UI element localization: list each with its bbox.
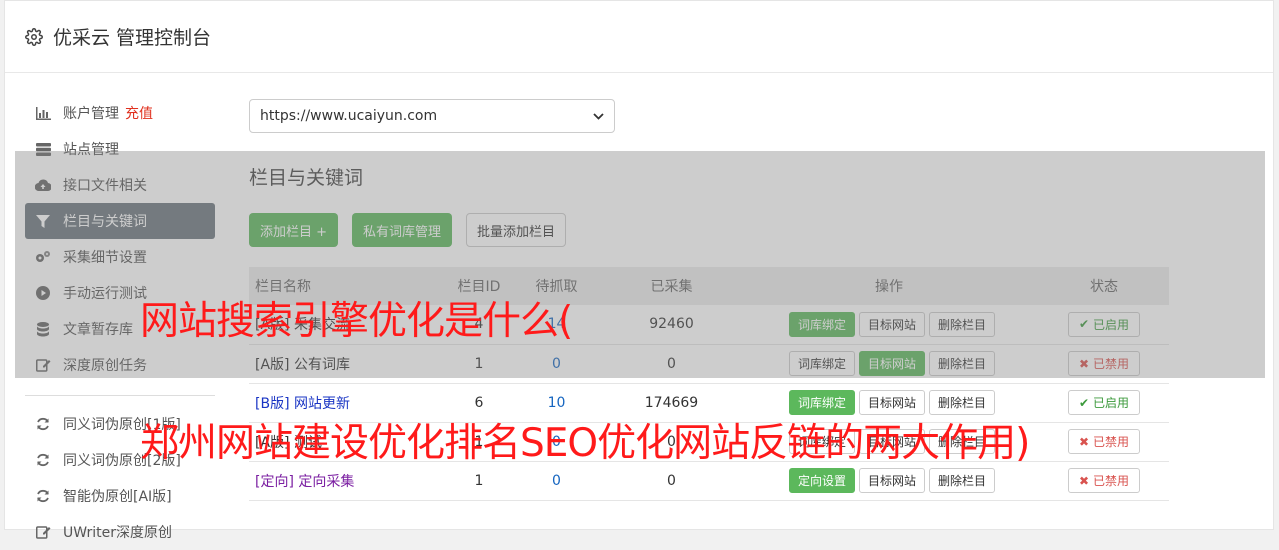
database-icon [35, 321, 51, 337]
delete-column-button[interactable]: 删除栏目 [929, 311, 996, 337]
sidebar-item-label: 栏目与关键词 [63, 214, 147, 230]
gears-icon [35, 249, 51, 265]
cell-status: ✖ 已禁用 [1039, 461, 1169, 500]
cross-icon: ✖ [1079, 356, 1090, 371]
server-icon [35, 141, 51, 157]
batch-add-button[interactable]: 批量添加栏目 [466, 213, 567, 247]
cell-status: ✖ 已禁用 [1039, 344, 1169, 383]
status-toggle[interactable]: ✖ 已禁用 [1068, 468, 1140, 493]
refresh-icon [35, 452, 51, 468]
page-title: 优采云 管理控制台 [53, 27, 212, 49]
add-column-button[interactable]: 添加栏目 + [249, 213, 339, 247]
chevron-down-icon [593, 109, 604, 123]
status-toggle[interactable]: ✔ 已启用 [1068, 390, 1140, 415]
cloud-upload-icon [35, 177, 51, 193]
status-toggle[interactable]: ✖ 已禁用 [1068, 429, 1140, 454]
sidebar-divider [25, 395, 215, 396]
sidebar-item-columns[interactable]: 栏目与关键词 [25, 203, 215, 239]
toolbar: 添加栏目 + 私有词库管理 批量添加栏目 [249, 213, 1169, 247]
cell-pending[interactable]: 0 [509, 344, 604, 383]
dict-bind-button[interactable]: 词库绑定 [788, 351, 855, 376]
sidebar-item-label: 账户管理 [63, 106, 119, 122]
sidebar-item-label: 接口文件相关 [63, 178, 147, 194]
sidebar-item-sites[interactable]: 站点管理 [25, 131, 215, 167]
cell-collected: 0 [667, 355, 676, 372]
table-row: [A版] 公有词库 1 0 0 词库绑定 目标网站 删除栏目 ✖ 已禁用 [249, 344, 1169, 383]
cross-icon: ✖ [1079, 434, 1090, 449]
dict-bind-button[interactable]: 词库绑定 [788, 311, 855, 337]
directed-settings-button[interactable]: 定向设置 [788, 468, 855, 493]
delete-column-button[interactable]: 删除栏目 [929, 468, 996, 493]
private-dict-button[interactable]: 私有词库管理 [352, 213, 453, 247]
sidebar-item-deep-original[interactable]: 深度原创任务 [25, 347, 215, 383]
cell-ops: 词库绑定 目标网站 删除栏目 [739, 344, 1039, 383]
section-title: 栏目与关键词 [249, 167, 364, 189]
site-select-value: https://www.ucaiyun.com [260, 108, 438, 124]
sidebar-item-uwriter[interactable]: UWriter深度原创 [25, 514, 215, 550]
cell-collected: 92460 [649, 316, 694, 333]
gear-icon [25, 27, 43, 46]
sidebar-item-account[interactable]: 账户管理 充值 [25, 95, 215, 131]
sidebar-item-label: 文章暂存库 [63, 322, 133, 338]
site-select[interactable]: https://www.ucaiyun.com [249, 99, 615, 133]
play-circle-icon [35, 285, 51, 301]
cell-status: ✖ 已禁用 [1039, 422, 1169, 461]
target-site-button[interactable]: 目标网站 [858, 351, 925, 376]
col-header-status: 状态 [1090, 279, 1118, 295]
check-icon: ✔ [1079, 317, 1090, 332]
sidebar-item-label: 站点管理 [63, 142, 119, 158]
col-header-ops: 操作 [875, 279, 903, 295]
sidebar-item-label: 采集细节设置 [63, 250, 147, 266]
overlay-title-line2: 郑州网站建设优化排名SEO优化网站反链的两大作用) [140, 421, 1030, 466]
sidebar-item-label: 智能伪原创[AI版] [63, 489, 172, 505]
delete-column-button[interactable]: 删除栏目 [929, 351, 996, 376]
refresh-icon [35, 416, 51, 432]
status-toggle[interactable]: ✖ 已禁用 [1068, 351, 1140, 376]
cell-status: ✔ 已启用 [1039, 305, 1169, 344]
status-toggle[interactable]: ✔ 已启用 [1068, 311, 1140, 337]
overlay-title-line1: 网站搜索引擎优化是什么( [140, 299, 573, 344]
filter-icon [35, 213, 51, 229]
sidebar-item-interface[interactable]: 接口文件相关 [25, 167, 215, 203]
header: 优采云 管理控制台 [5, 1, 1273, 73]
sidebar-item-collect-settings[interactable]: 采集细节设置 [25, 239, 215, 275]
sidebar-item-ai-original[interactable]: 智能伪原创[AI版] [25, 478, 215, 514]
cell-ops: 词库绑定 目标网站 删除栏目 [739, 305, 1039, 344]
col-header-collected: 已采集 [650, 279, 693, 295]
refresh-icon [35, 488, 51, 504]
cell-status: ✔ 已启用 [1039, 383, 1169, 422]
sidebar-item-label: UWriter深度原创 [63, 525, 172, 541]
check-icon: ✔ [1079, 395, 1090, 410]
edit-icon [35, 524, 51, 540]
target-site-button[interactable]: 目标网站 [858, 468, 925, 493]
sidebar-item-label: 深度原创任务 [63, 358, 147, 374]
edit-icon [35, 357, 51, 373]
cell-id: 1 [474, 355, 484, 372]
cross-icon: ✖ [1079, 473, 1090, 488]
bar-chart-icon [35, 105, 51, 121]
recharge-link[interactable]: 充值 [125, 103, 153, 123]
cell-name[interactable]: [A版] 公有词库 [249, 344, 449, 383]
target-site-button[interactable]: 目标网站 [858, 311, 925, 337]
sidebar-item-label: 手动运行测试 [63, 286, 147, 302]
